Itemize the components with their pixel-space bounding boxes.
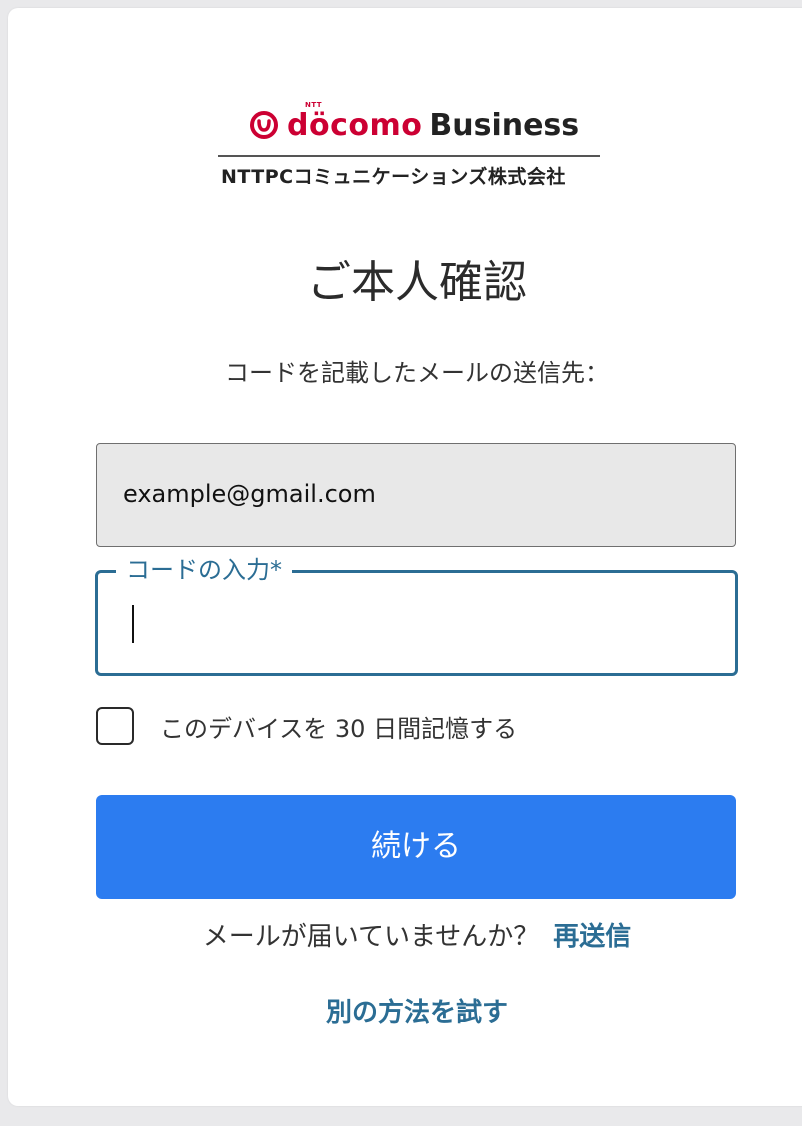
try-another-method-link[interactable]: 別の方法を試す xyxy=(8,994,802,1032)
auth-card: NTT döcomo Business NTTPCコミュニケーションズ株式会社 … xyxy=(8,8,802,1106)
code-input[interactable] xyxy=(118,591,708,655)
code-input-label: コードの入力* xyxy=(116,554,292,586)
logo-docomo-label: döcomo xyxy=(287,107,423,143)
logo-wordmark: NTT döcomo Business xyxy=(249,100,579,150)
docomo-circle-icon xyxy=(250,111,278,139)
logo-divider xyxy=(218,155,600,157)
logo-docomo-text: NTT döcomo xyxy=(287,101,423,143)
code-input-wrapper[interactable]: コードの入力* xyxy=(95,554,738,676)
page-title: ご本人確認 xyxy=(307,257,527,308)
email-readonly-field: example@gmail.com xyxy=(96,443,736,547)
page-subtitle: コードを記載したメールの送信先： xyxy=(225,359,609,387)
logo-ntt-text: NTT xyxy=(305,100,323,109)
remember-device-row[interactable]: このデバイスを 30 日間記憶する xyxy=(96,705,517,747)
continue-button[interactable]: 続ける xyxy=(96,795,736,899)
resend-prompt: メールが届いていませんか？ xyxy=(202,922,540,952)
logo-company-name: NTTPCコミュニケーションズ株式会社 xyxy=(221,166,566,188)
resend-row: メールが届いていませんか？ 再送信 xyxy=(8,918,802,956)
remember-device-label[interactable]: このデバイスを 30 日間記憶する xyxy=(160,709,517,744)
logo-business-text: Business xyxy=(429,107,580,143)
docomo-business-logo: NTT döcomo Business NTTPCコミュニケーションズ株式会社 xyxy=(213,100,603,200)
remember-device-checkbox[interactable] xyxy=(96,707,134,745)
text-caret xyxy=(132,605,134,643)
resend-link[interactable]: 再送信 xyxy=(553,922,631,952)
